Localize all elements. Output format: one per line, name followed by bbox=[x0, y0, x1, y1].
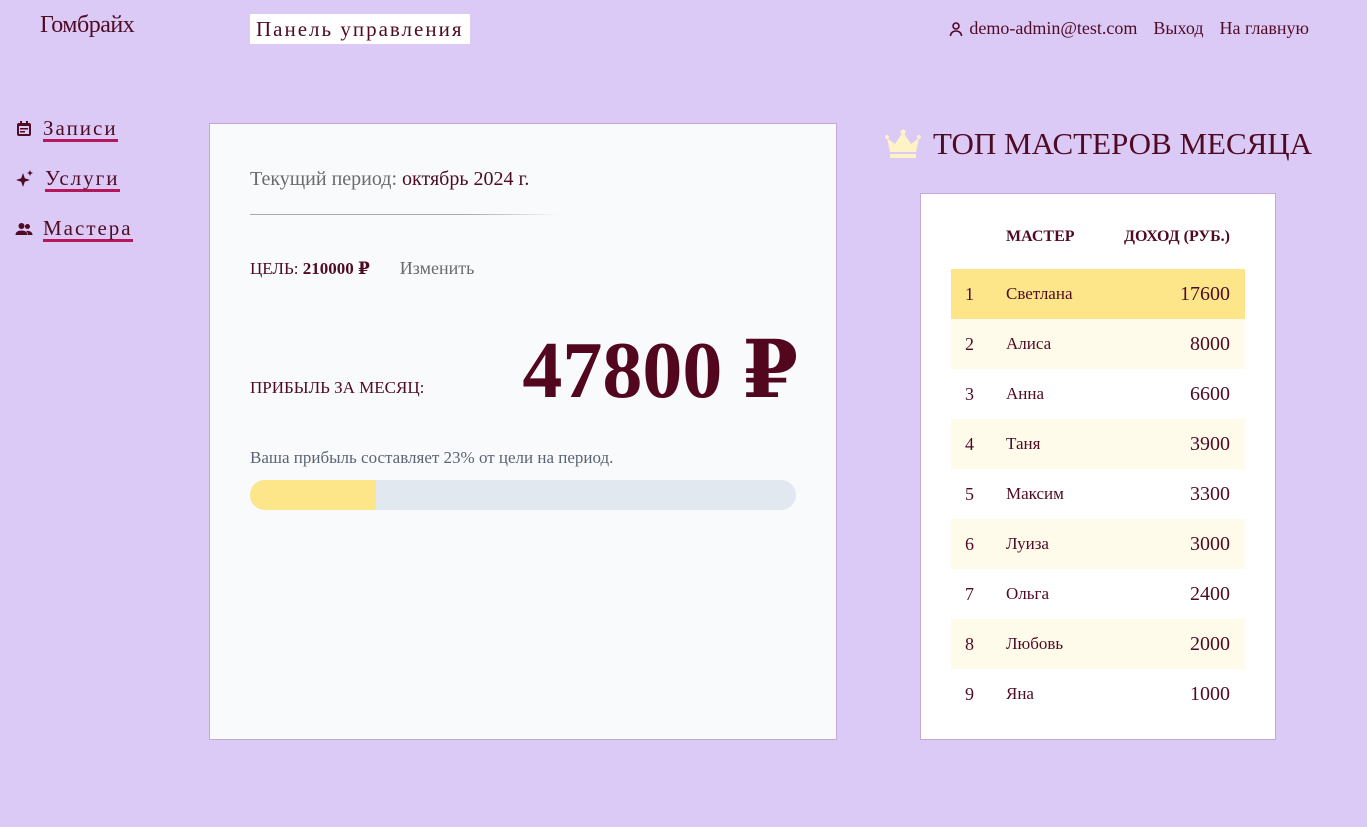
profit-label: ПРИБЫЛЬ ЗА МЕСЯЦ: bbox=[250, 378, 425, 397]
table-row: 7 Ольга 2400 bbox=[951, 569, 1245, 619]
table-row: 8 Любовь 2000 bbox=[951, 619, 1245, 669]
master-name: Анна bbox=[1006, 384, 1045, 403]
income: 3300 bbox=[1190, 482, 1230, 505]
edit-goal-button[interactable]: Изменить bbox=[400, 258, 475, 279]
table-row: 9 Яна 1000 bbox=[951, 669, 1245, 719]
sidebar-item-label: Услуги bbox=[45, 165, 120, 192]
table-row: 1 Светлана 17600 bbox=[951, 269, 1245, 319]
rank: 6 bbox=[965, 533, 974, 554]
sidebar-item-masters[interactable]: Мастера bbox=[15, 204, 133, 254]
master-name: Светлана bbox=[1006, 284, 1073, 303]
period-label: Текущий период: bbox=[250, 168, 398, 190]
income: 3000 bbox=[1190, 532, 1230, 555]
table-row: 4 Таня 3900 bbox=[951, 419, 1245, 469]
rank: 4 bbox=[965, 433, 974, 454]
income: 8000 bbox=[1190, 332, 1230, 355]
sidebar: Записи Услуги Мастера bbox=[15, 104, 133, 254]
table-row: 3 Анна 6600 bbox=[951, 369, 1245, 419]
income: 17600 bbox=[1180, 282, 1230, 305]
user-icon bbox=[950, 21, 963, 36]
users-icon bbox=[15, 223, 33, 235]
table-header: МАСТЕР ДОХОД (РУБ.) bbox=[951, 228, 1245, 258]
rank: 7 bbox=[965, 583, 974, 604]
rank: 1 bbox=[965, 283, 974, 304]
top-nav: demo-admin@test.com Выход На главную bbox=[948, 18, 1309, 39]
progress-bar bbox=[250, 480, 796, 510]
goal-label: ЦЕЛЬ: bbox=[250, 259, 299, 278]
income: 1000 bbox=[1190, 682, 1230, 705]
top-masters-title: ТОП МАСТЕРОВ МЕСЯЦА bbox=[933, 126, 1313, 161]
home-link[interactable]: На главную bbox=[1219, 18, 1309, 39]
table-row: 2 Алиса 8000 bbox=[951, 319, 1245, 369]
progress-text: Ваша прибыль составляет 23% от цели на п… bbox=[250, 448, 614, 467]
logout-link[interactable]: Выход bbox=[1153, 18, 1203, 39]
income: 3900 bbox=[1190, 432, 1230, 455]
summary-card: Текущий период: октябрь 2024 г. ЦЕЛЬ: 21… bbox=[209, 123, 837, 740]
sidebar-item-appointments[interactable]: Записи bbox=[15, 104, 133, 154]
sidebar-item-services[interactable]: Услуги bbox=[15, 154, 133, 204]
calendar-icon bbox=[17, 121, 31, 136]
rank: 3 bbox=[965, 383, 974, 404]
rank: 9 bbox=[965, 683, 974, 704]
table-row: 5 Максим 3300 bbox=[951, 469, 1245, 519]
progress-fill bbox=[250, 480, 376, 510]
rank: 2 bbox=[965, 333, 974, 354]
goal-row: ЦЕЛЬ: 210000 ₽ Изменить bbox=[250, 258, 474, 279]
profit-value: 47800 ₽ bbox=[522, 327, 798, 415]
goal-value: 210000 ₽ bbox=[302, 259, 370, 278]
sidebar-item-label: Записи bbox=[43, 115, 118, 142]
master-name: Таня bbox=[1006, 434, 1041, 453]
master-name: Ольга bbox=[1006, 584, 1050, 603]
panel-title[interactable]: Панель управления bbox=[250, 14, 470, 44]
user-email: demo-admin@test.com bbox=[969, 18, 1138, 38]
master-name: Луиза bbox=[1006, 534, 1049, 553]
master-name: Алиса bbox=[1006, 334, 1052, 353]
sparkles-icon bbox=[16, 170, 33, 187]
master-name: Максим bbox=[1006, 484, 1064, 503]
column-master: МАСТЕР bbox=[1006, 228, 1075, 245]
top-masters-heading: ТОП МАСТЕРОВ МЕСЯЦА bbox=[885, 126, 1312, 162]
sidebar-item-label: Мастера bbox=[43, 215, 133, 242]
column-income: ДОХОД (РУБ.) bbox=[1124, 228, 1230, 245]
logo[interactable]: Гомбрайх bbox=[40, 12, 135, 39]
master-name: Яна bbox=[1006, 684, 1034, 703]
current-period: Текущий период: октябрь 2024 г. bbox=[250, 168, 529, 191]
rank: 5 bbox=[965, 483, 974, 504]
rank: 8 bbox=[965, 633, 974, 654]
crown-icon bbox=[885, 129, 921, 158]
income: 6600 bbox=[1190, 382, 1230, 405]
divider bbox=[250, 214, 560, 215]
income: 2400 bbox=[1190, 582, 1230, 605]
goal: ЦЕЛЬ: 210000 ₽ bbox=[250, 259, 370, 279]
income: 2000 bbox=[1190, 632, 1230, 655]
table-row: 6 Луиза 3000 bbox=[951, 519, 1245, 569]
master-name: Любовь bbox=[1006, 634, 1064, 653]
top-masters-table: МАСТЕР ДОХОД (РУБ.) 1 Светлана 17600 2 Алиса… bbox=[920, 193, 1276, 740]
user-account[interactable]: demo-admin@test.com bbox=[948, 18, 1137, 39]
period-value: октябрь 2024 г. bbox=[402, 168, 530, 190]
